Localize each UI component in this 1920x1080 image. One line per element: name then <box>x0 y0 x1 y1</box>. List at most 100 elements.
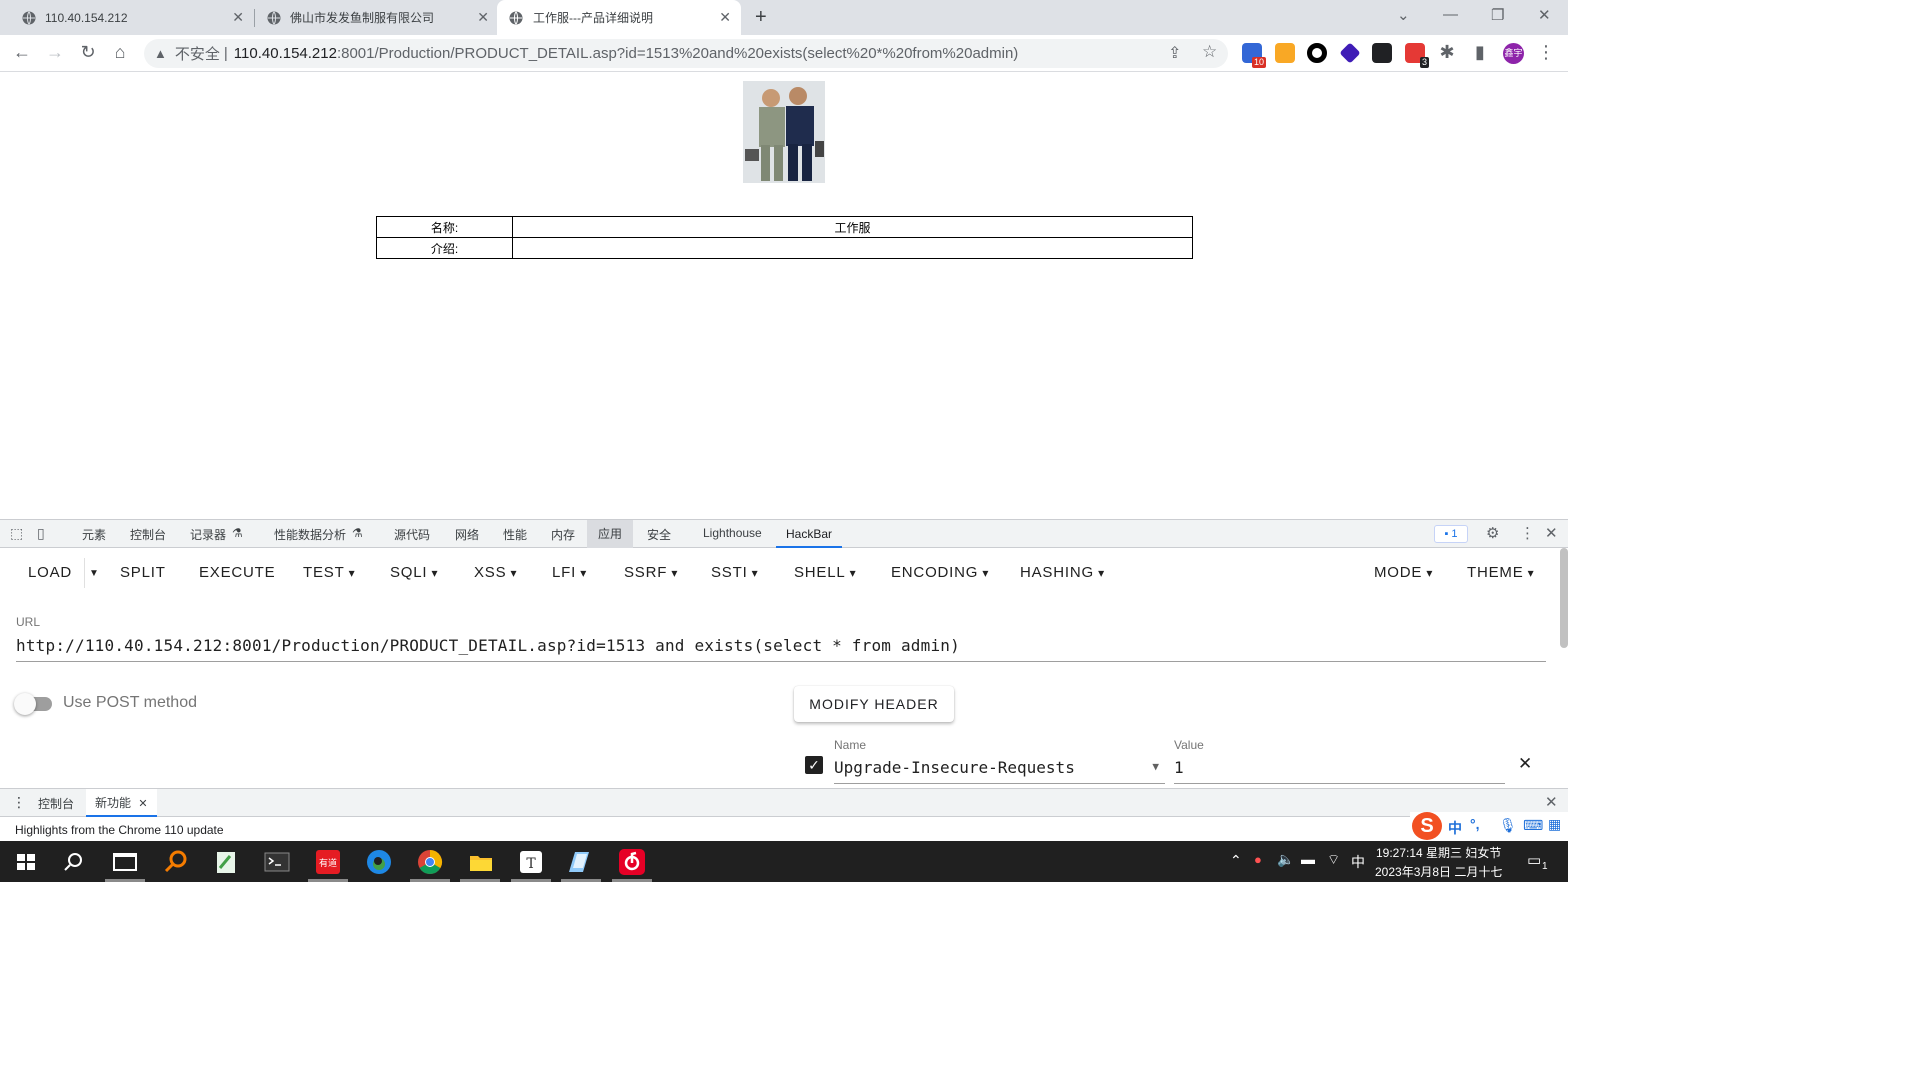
ime-grid-icon[interactable]: ▦ <box>1548 816 1561 833</box>
close-icon[interactable]: ✕ <box>232 9 244 26</box>
load-dropdown-icon[interactable]: ▼ <box>89 568 100 579</box>
post-method-toggle[interactable] <box>14 693 54 715</box>
search-icon[interactable] <box>60 848 88 876</box>
close-icon[interactable]: ✕ <box>477 9 489 26</box>
xss-menu-button[interactable]: XSS ▾ <box>474 564 517 581</box>
header-name-field[interactable]: Upgrade-Insecure-Requests ▼ <box>834 758 1165 784</box>
devtools-more-icon[interactable]: ⋮ <box>1520 524 1535 542</box>
tab-application[interactable]: 应用 <box>587 520 634 548</box>
wps-icon[interactable] <box>567 848 595 876</box>
sqli-menu-button[interactable]: SQLI ▾ <box>390 564 438 581</box>
drawer-menu-icon[interactable]: ⋮ <box>12 794 26 811</box>
reload-icon[interactable]: ↻ <box>78 42 98 62</box>
mode-menu-button[interactable]: MODE ▾ <box>1374 564 1433 581</box>
drawer-tab-whats-new[interactable]: 新功能 ✕ <box>86 789 157 817</box>
new-tab-button[interactable]: + <box>755 6 767 29</box>
theme-menu-button[interactable]: THEME ▾ <box>1467 564 1534 581</box>
minimize-icon[interactable]: — <box>1443 6 1458 23</box>
drawer-close-icon[interactable]: ✕ <box>1545 793 1558 811</box>
tab-sources[interactable]: 源代码 <box>394 526 430 543</box>
ime-punct[interactable]: °, <box>1470 816 1480 832</box>
puzzle-icon[interactable]: ✱ <box>1437 42 1457 62</box>
issues-badge[interactable]: ▪ 1 <box>1434 525 1468 543</box>
tab-security[interactable]: 安全 <box>647 526 671 543</box>
header-enabled-checkbox[interactable]: ✓ <box>805 756 823 774</box>
address-bar[interactable]: ▲ 不安全 | 110.40.154.212:8001/Production/P… <box>144 39 1228 68</box>
scrollbar[interactable] <box>1560 548 1568 648</box>
more-menu-icon[interactable]: ⋮ <box>1536 42 1556 62</box>
warning-icon[interactable]: ▲ <box>154 46 167 61</box>
typora-icon[interactable]: T <box>517 848 545 876</box>
drawer-tab-console[interactable]: 控制台 <box>38 795 74 812</box>
circle-icon[interactable] <box>1307 43 1327 63</box>
notepad-plus-icon[interactable] <box>212 848 240 876</box>
forward-icon[interactable]: → <box>45 42 65 62</box>
browser-tab-2[interactable]: 佛山市发发鱼制服有限公司 ✕ <box>245 0 499 35</box>
home-icon[interactable]: ⌂ <box>110 42 130 62</box>
ime-mode[interactable]: 中 <box>1448 818 1462 838</box>
restore-icon[interactable]: ❐ <box>1491 6 1504 24</box>
terminal-ext-icon[interactable] <box>1372 43 1392 63</box>
tab-performance-insights[interactable]: 性能数据分析 <box>274 526 346 543</box>
tab-hackbar[interactable]: HackBar <box>776 520 843 548</box>
url-input[interactable]: http://110.40.154.212:8001/Production/PR… <box>16 636 1546 662</box>
sogou-logo-icon[interactable]: S <box>1412 812 1442 840</box>
clock-date[interactable]: 2023年3月8日 二月十七 <box>1375 863 1502 880</box>
modify-header-button[interactable]: MODIFY HEADER <box>794 686 954 722</box>
back-icon[interactable]: ← <box>12 42 32 62</box>
close-icon[interactable]: ✕ <box>138 798 147 810</box>
tray-expand-icon[interactable]: ⌃ <box>1230 852 1242 869</box>
tab-search-icon[interactable]: ⌄ <box>1397 6 1410 24</box>
youdao-icon[interactable]: 有道 <box>314 848 342 876</box>
load-button[interactable]: LOAD <box>28 564 72 581</box>
pilcrow-icon[interactable] <box>1275 43 1295 63</box>
inspect-element-icon[interactable]: ⬚ <box>10 525 23 542</box>
header-value-field[interactable]: 1 <box>1174 758 1505 784</box>
execute-button[interactable]: EXECUTE <box>199 564 275 581</box>
netease-music-icon[interactable] <box>618 848 646 876</box>
remove-header-icon[interactable]: ✕ <box>1518 754 1532 774</box>
notification-icon[interactable]: ▭ <box>1527 851 1541 869</box>
input-language[interactable]: 中 <box>1351 852 1365 872</box>
task-view-icon[interactable] <box>111 848 139 876</box>
encoding-menu-button[interactable]: ENCODING ▾ <box>891 564 989 581</box>
split-button[interactable]: SPLIT <box>120 564 166 581</box>
ssti-menu-button[interactable]: SSTI ▾ <box>711 564 759 581</box>
terminal-icon[interactable] <box>263 848 291 876</box>
windows-start-icon[interactable] <box>12 848 40 876</box>
hashing-menu-button[interactable]: HASHING ▾ <box>1020 564 1105 581</box>
tab-console[interactable]: 控制台 <box>130 526 166 543</box>
tab-network[interactable]: 网络 <box>455 526 479 543</box>
microphone-icon[interactable]: 🎙 <box>1499 817 1517 834</box>
tab-elements[interactable]: 元素 <box>82 526 106 543</box>
edge-icon[interactable] <box>365 848 393 876</box>
shell-menu-button[interactable]: SHELL ▾ <box>794 564 857 581</box>
keyboard-icon[interactable]: ⌨ <box>1523 817 1543 834</box>
dropdown-arrow-icon[interactable]: ▼ <box>1152 760 1159 773</box>
tab-performance[interactable]: 性能 <box>503 526 527 543</box>
tab-memory[interactable]: 内存 <box>551 526 575 543</box>
diamond-icon[interactable] <box>1339 42 1361 64</box>
file-explorer-icon[interactable] <box>467 848 495 876</box>
devtools-close-icon[interactable]: ✕ <box>1545 524 1558 542</box>
qq-tray-icon[interactable]: ● <box>1254 852 1262 867</box>
close-icon[interactable]: ✕ <box>719 9 731 26</box>
clock-time[interactable]: 19:27:14 星期三 妇女节 <box>1376 844 1501 861</box>
ext-10-icon[interactable]: 10 <box>1242 43 1266 68</box>
ssrf-menu-button[interactable]: SSRF ▾ <box>624 564 678 581</box>
lfi-menu-button[interactable]: LFI ▾ <box>552 564 587 581</box>
avatar[interactable]: 鑫宇 <box>1503 43 1524 64</box>
tab-recorder[interactable]: 记录器 <box>190 526 226 543</box>
chrome-icon[interactable] <box>416 848 444 876</box>
window-close-icon[interactable]: ✕ <box>1538 6 1551 24</box>
ext-3-icon[interactable]: 3 <box>1405 43 1429 68</box>
side-panel-icon[interactable]: ▮ <box>1470 42 1490 62</box>
tab-lighthouse[interactable]: Lighthouse <box>703 526 762 540</box>
test-menu-button[interactable]: TEST ▾ <box>303 564 356 581</box>
browser-tab-1[interactable]: 110.40.154.212 ✕ <box>0 0 254 35</box>
insecure-label[interactable]: 不安全 <box>175 43 220 64</box>
settings-gear-icon[interactable]: ⚙ <box>1486 524 1499 542</box>
volume-icon[interactable]: 🔈 <box>1277 851 1294 868</box>
wifi-icon[interactable]: ⌔ <box>1327 851 1340 869</box>
battery-icon[interactable]: ▬ <box>1301 851 1315 867</box>
